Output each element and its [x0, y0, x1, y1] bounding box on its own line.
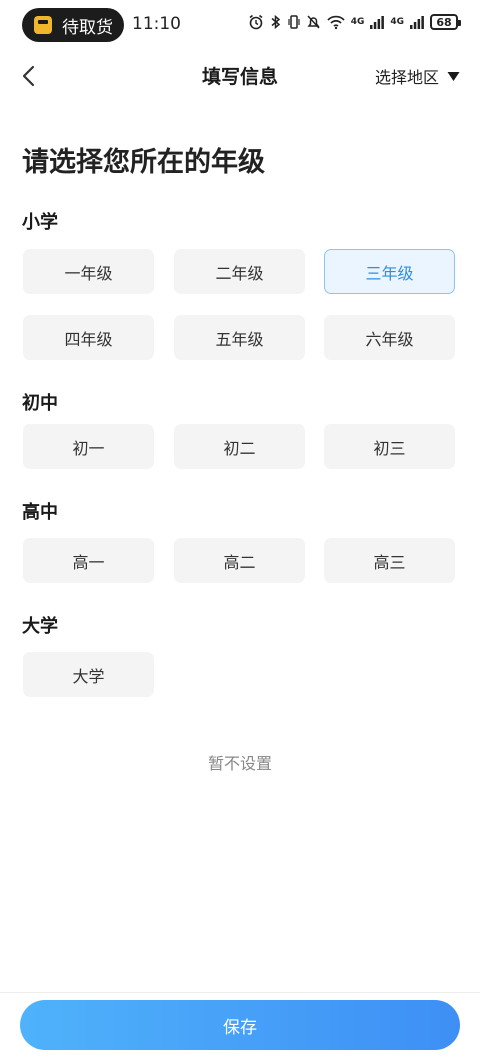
section-title-junior-high: 初中: [22, 393, 58, 414]
skip-setting-link[interactable]: 暂不设置: [0, 750, 480, 774]
grade-option[interactable]: 高一: [23, 538, 154, 583]
save-button[interactable]: 保存: [20, 1000, 460, 1050]
grade-option[interactable]: 六年级: [324, 315, 455, 360]
pickup-label: 待取货: [62, 17, 113, 38]
grade-option[interactable]: 四年级: [23, 315, 154, 360]
mute-bell-icon: [307, 15, 320, 29]
section-title-senior-high: 高中: [22, 502, 58, 523]
status-time: 11:10: [132, 14, 181, 34]
wifi-icon: [327, 15, 345, 30]
alarm-icon: [249, 14, 263, 30]
grade-option[interactable]: 高三: [324, 538, 455, 583]
region-selector-label: 选择地区: [374, 68, 439, 87]
grade-option[interactable]: 大学: [23, 652, 154, 697]
grade-option[interactable]: 初三: [324, 424, 455, 469]
signal-bars-icon: [410, 16, 424, 29]
signal-4g-label-1: 4G: [350, 17, 365, 27]
section-title-university: 大学: [22, 616, 58, 637]
vibrate-icon: [288, 15, 300, 29]
signal-4g-label-2: 4G: [390, 17, 404, 27]
battery-icon: 68: [430, 14, 461, 30]
status-icons: 4G 4G 68: [248, 14, 461, 30]
grade-option[interactable]: 一年级: [23, 249, 154, 294]
region-selector[interactable]: 选择地区: [375, 64, 460, 88]
header: 填写信息 选择地区: [0, 50, 480, 102]
grade-question-heading: 请选择您所在的年级: [22, 147, 265, 178]
pickup-notification-pill[interactable]: 待取货: [22, 8, 124, 42]
bluetooth-icon: [271, 14, 280, 30]
grade-option[interactable]: 初一: [23, 424, 154, 469]
battery-level: 68: [436, 15, 452, 29]
package-icon: [34, 16, 52, 34]
grade-option[interactable]: 五年级: [174, 315, 305, 360]
section-title-primary: 小学: [22, 212, 58, 233]
grade-option-selected[interactable]: 三年级: [324, 249, 455, 294]
grade-option[interactable]: 二年级: [174, 249, 305, 294]
bottom-divider: [0, 992, 480, 993]
grade-option[interactable]: 高二: [174, 538, 305, 583]
triangle-down-icon: [447, 71, 460, 81]
signal-bars-icon: [370, 16, 385, 29]
status-bar: 待取货 11:10 4G 4G 68: [0, 0, 480, 50]
grade-option[interactable]: 初二: [174, 424, 305, 469]
